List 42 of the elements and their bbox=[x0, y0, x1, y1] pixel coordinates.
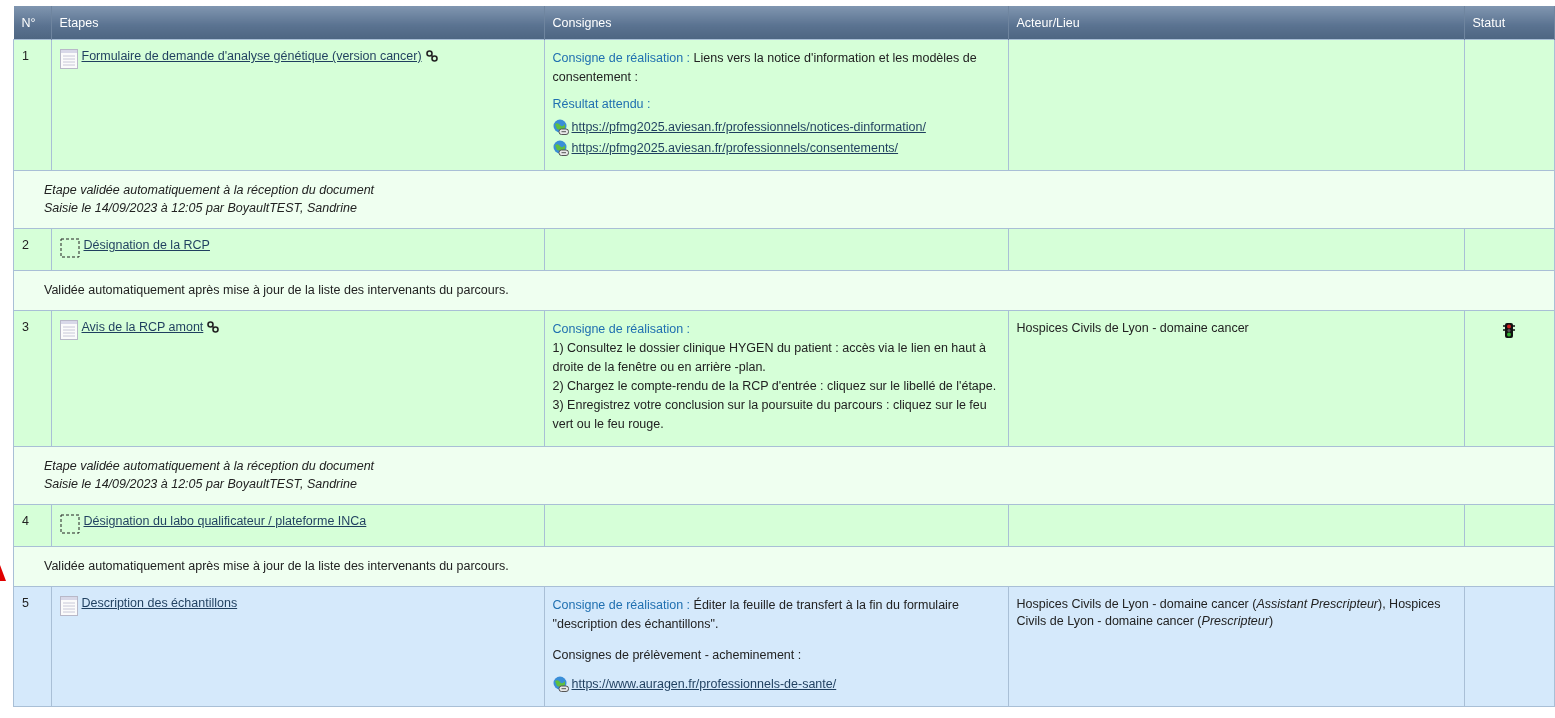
url-link[interactable]: https://www.auragen.fr/professionnels-de-sante/ bbox=[571, 676, 837, 691]
column-header: Consignes bbox=[544, 6, 1008, 40]
step-link[interactable]: Avis de la RCP amont bbox=[81, 320, 204, 334]
step-number: 3 bbox=[22, 320, 29, 334]
pointer-arrow-icon bbox=[0, 565, 6, 581]
validation-note: Etape validée automatiquement à la réception du document Saisie le 14/09/2023 à 12:05 par BoyaultTEST, Sandrine bbox=[44, 458, 376, 493]
step-row[interactable]: 2 Désignation de la RCP bbox=[13, 228, 1555, 271]
instruction-label: Résultat attendu : bbox=[552, 96, 652, 113]
step-number: 4 bbox=[22, 514, 29, 528]
step-number: 2 bbox=[22, 238, 29, 252]
instruction-text: 3) Enregistrez votre conclusion sur la poursuite du parcours : cliquez sur le feu vert ou le feu rouge. bbox=[552, 397, 988, 433]
step-row[interactable] bbox=[13, 586, 1555, 707]
url-link[interactable]: https://pfmg2025.aviesan.fr/professionnels/notices-dinformation/ bbox=[571, 119, 926, 134]
web-link-icon bbox=[552, 118, 569, 135]
instruction-text: 1) Consultez le dossier clinique HYGEN du patient : accès via le lien en haut à droite de la fenêtre ou en arrière -plan. bbox=[552, 340, 988, 376]
step-link[interactable]: Formulaire de demande d'analyse génétique (version cancer) bbox=[81, 49, 422, 63]
step-link[interactable]: Désignation du labo qualificateur / plateforme INCa bbox=[83, 514, 367, 528]
validation-note: Validée automatiquement après mise à jour de la liste des intervenants du parcours. bbox=[44, 558, 510, 575]
actor-text: Hospices Civils de Lyon - domaine cancer (Assistant Prescripteur), Hospices Civils de Lyon - domaine cancer (Prescripteur) bbox=[1016, 597, 1441, 628]
step-link[interactable]: Description des échantillons bbox=[81, 596, 238, 610]
column-header: Statut bbox=[1464, 6, 1555, 40]
column-header: N° bbox=[13, 6, 51, 40]
instruction-text: Consigne de réalisation : Liens vers la notice d'information et les modèles de consentement : bbox=[552, 50, 978, 86]
actor-text: Hospices Civils de Lyon - domaine cancer bbox=[1016, 321, 1249, 335]
instruction-label: Consigne de réalisation : bbox=[552, 321, 692, 338]
column-header: Acteur/Lieu bbox=[1008, 6, 1464, 40]
validation-note: Validée automatiquement après mise à jour de la liste des intervenants du parcours. bbox=[44, 282, 510, 299]
step-row[interactable] bbox=[13, 39, 1555, 171]
step-link[interactable]: Désignation de la RCP bbox=[83, 238, 210, 252]
instruction-text: Consignes de prélèvement - acheminement : bbox=[552, 647, 803, 664]
web-link-icon bbox=[552, 139, 569, 156]
step-number: 5 bbox=[22, 596, 29, 610]
step-number: 1 bbox=[22, 49, 29, 63]
traffic-light-icon[interactable] bbox=[1503, 323, 1516, 338]
column-header: Etapes bbox=[51, 6, 544, 40]
web-link-icon bbox=[552, 675, 569, 692]
step-row[interactable]: 4 Désignation du labo qualificateur / plateforme INCa bbox=[13, 504, 1555, 547]
instruction-text: Consigne de réalisation : Éditer la feuille de transfert à la fin du formulaire "description des échantillons". bbox=[552, 596, 960, 633]
validation-note: Etape validée automatiquement à la réception du document Saisie le 14/09/2023 à 12:05 par BoyaultTEST, Sandrine bbox=[44, 182, 376, 217]
url-link[interactable]: https://pfmg2025.aviesan.fr/professionnels/consentements/ bbox=[571, 140, 899, 155]
instruction-text: 2) Chargez le compte-rendu de la RCP d'entrée : cliquez sur le libellé de l'étape. bbox=[552, 378, 998, 395]
step-row[interactable] bbox=[13, 310, 1555, 447]
